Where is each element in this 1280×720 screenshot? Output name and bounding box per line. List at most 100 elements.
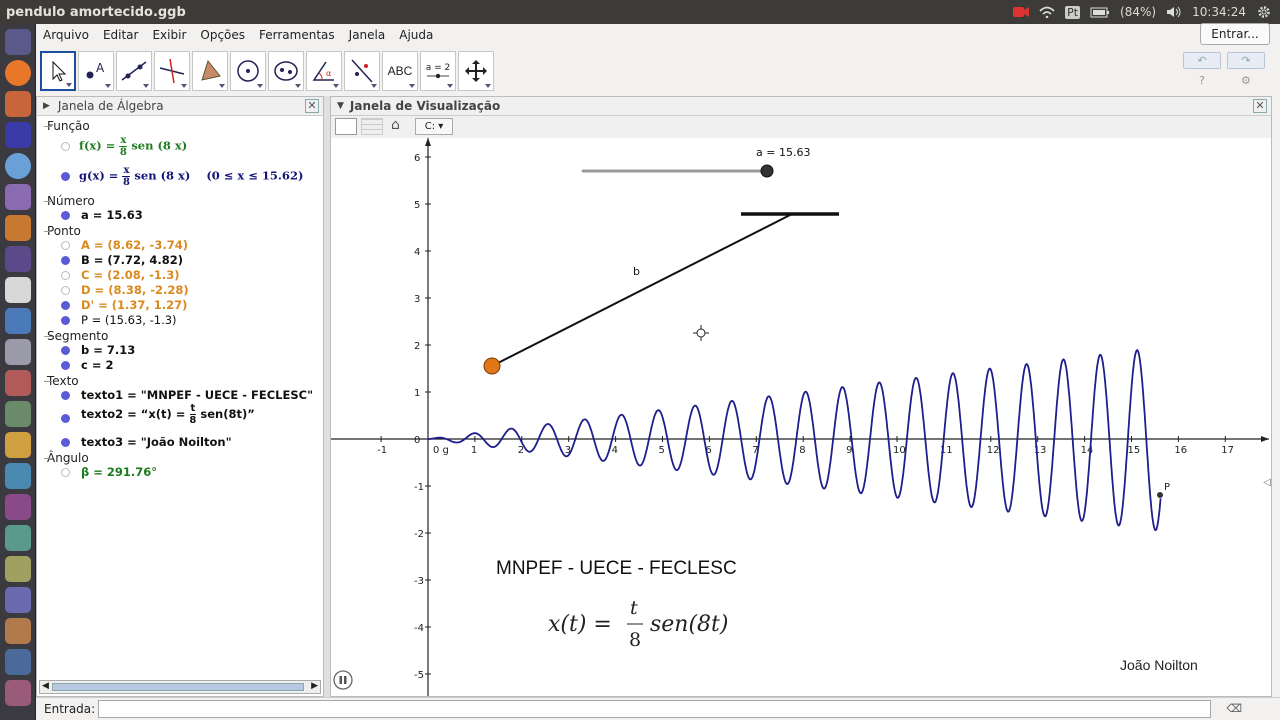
text-tool-button[interactable]: ABC (382, 51, 418, 91)
home-icon[interactable]: ⌂ (391, 117, 400, 133)
point-P[interactable]: P = (15.63, -1.3) (81, 313, 177, 327)
menu-editar[interactable]: Editar (96, 28, 146, 42)
function-g[interactable]: g(x) = x8 sen (8 x) (0 ≤ x ≤ 15.62) (79, 165, 303, 188)
visibility-toggle-A[interactable] (61, 241, 70, 250)
visibility-toggle-P[interactable] (61, 316, 70, 325)
scroll-thumb[interactable] (52, 683, 304, 691)
reflect-tool-button[interactable] (344, 51, 380, 91)
segment-b[interactable]: b = 7.13 (81, 343, 135, 357)
category-texto[interactable]: Texto (44, 374, 79, 388)
visibility-toggle-D-prime[interactable] (61, 301, 70, 310)
login-button[interactable]: Entrar... (1200, 23, 1270, 45)
dash-icon[interactable] (5, 29, 31, 55)
point-capture-dropdown[interactable]: C: ▾ (415, 118, 453, 135)
keyboard-layout-indicator[interactable]: Pt (1065, 5, 1081, 19)
help-icon[interactable]: ? (1199, 74, 1205, 87)
menu-opcoes[interactable]: Opções (193, 28, 252, 42)
app-icon[interactable] (5, 401, 31, 427)
slider-tool-button[interactable]: a = 2 (420, 51, 456, 91)
visibility-toggle-b[interactable] (61, 346, 70, 355)
visibility-toggle-g[interactable] (61, 172, 70, 181)
number-a[interactable]: a = 15.63 (81, 208, 143, 222)
text-texto2[interactable]: texto2 = “x(t) = t8 sen(8t)” (81, 403, 255, 426)
visibility-toggle-beta[interactable] (61, 468, 70, 477)
visibility-toggle-c[interactable] (61, 361, 70, 370)
function-f[interactable]: f(x) = x8 sen (8 x) (79, 135, 187, 158)
menu-arquivo[interactable]: Arquivo (36, 28, 96, 42)
visibility-toggle-f[interactable] (61, 142, 70, 151)
video-icon[interactable] (5, 184, 31, 210)
app-icon[interactable] (5, 370, 31, 396)
visibility-toggle-texto2[interactable] (61, 414, 70, 423)
app-icon[interactable] (5, 649, 31, 675)
point-P-marker[interactable] (1157, 492, 1163, 498)
move-view-tool-button[interactable] (458, 51, 494, 91)
files-icon[interactable] (5, 91, 31, 117)
menu-ajuda[interactable]: Ajuda (392, 28, 440, 42)
app-icon[interactable] (5, 618, 31, 644)
scroll-right-arrow[interactable]: ▶ (311, 681, 318, 691)
grid-toggle-icon[interactable] (361, 118, 383, 135)
damped-sine-curve[interactable] (428, 349, 1162, 532)
menu-janela[interactable]: Janela (342, 28, 393, 42)
clock[interactable]: 10:34:24 (1192, 5, 1246, 19)
input-field[interactable] (98, 700, 1211, 718)
record-icon[interactable] (1013, 6, 1030, 18)
app-icon[interactable] (5, 556, 31, 582)
polygon-tool-button[interactable] (192, 51, 228, 91)
visibility-toggle-C[interactable] (61, 271, 70, 280)
point-tool-button[interactable]: A (78, 51, 114, 91)
menu-exibir[interactable]: Exibir (145, 28, 193, 42)
app-icon[interactable] (5, 680, 31, 706)
app-icon[interactable] (5, 432, 31, 458)
collapse-icon[interactable]: ▼ (337, 101, 344, 111)
point-A[interactable]: A = (8.62, -3.74) (81, 238, 188, 252)
volume-icon[interactable] (1166, 6, 1182, 18)
undo-button[interactable]: ↶ (1183, 52, 1221, 69)
axes-toggle-icon[interactable] (335, 118, 357, 135)
category-angulo[interactable]: Ângulo (44, 451, 89, 465)
geogebra-icon[interactable] (5, 153, 31, 179)
app-icon[interactable] (5, 494, 31, 520)
slider-handle[interactable] (760, 164, 774, 178)
pendulum-bob[interactable] (483, 357, 501, 375)
close-algebra-button[interactable]: ✕ (305, 99, 319, 113)
firefox-icon[interactable] (5, 60, 31, 86)
visibility-toggle-D[interactable] (61, 286, 70, 295)
point-D[interactable]: D = (8.38, -2.28) (81, 283, 189, 297)
input-help-icon[interactable]: ⌫ (1226, 702, 1242, 715)
move-tool-button[interactable] (40, 51, 76, 91)
close-graphics-button[interactable]: ✕ (1253, 99, 1267, 113)
text-texto3[interactable]: texto3 = "João Noilton" (81, 435, 232, 449)
battery-icon[interactable] (1090, 6, 1110, 18)
app-icon[interactable] (5, 525, 31, 551)
pendulum-rod-b[interactable] (491, 213, 793, 367)
expand-panel-handle[interactable]: ◁ (1263, 477, 1271, 488)
angle-beta[interactable]: β = 291.76° (81, 465, 157, 479)
tex-icon[interactable] (5, 246, 31, 272)
tool-icon[interactable] (5, 215, 31, 241)
scroll-left-arrow[interactable]: ◀ (42, 681, 49, 691)
menu-ferramentas[interactable]: Ferramentas (252, 28, 342, 42)
workspace-icon[interactable] (5, 122, 31, 148)
app-icon[interactable] (5, 463, 31, 489)
visibility-toggle-texto3[interactable] (61, 438, 70, 447)
document-icon[interactable] (5, 308, 31, 334)
line-tool-button[interactable] (116, 51, 152, 91)
point-B[interactable]: B = (7.72, 4.82) (81, 253, 183, 267)
app-icon[interactable] (5, 339, 31, 365)
perpendicular-tool-button[interactable] (154, 51, 190, 91)
app-icon[interactable] (5, 587, 31, 613)
redo-button[interactable]: ↷ (1227, 52, 1265, 69)
gear-icon[interactable] (1256, 4, 1272, 20)
category-funcao[interactable]: Função (44, 119, 90, 133)
visibility-toggle-B[interactable] (61, 256, 70, 265)
graphics-canvas[interactable]: -1 1 2 3 4 5 6 7 8 9 10 11 12 13 14 15 16 176543210-1-2-3… (331, 138, 1271, 696)
collapse-icon[interactable]: ▶ (43, 101, 50, 111)
settings-icon[interactable]: ⚙ (1241, 74, 1251, 87)
algebra-horizontal-scrollbar[interactable]: ◀ ▶ (39, 680, 321, 694)
text-texto1[interactable]: texto1 = "MNPEF - UECE - FECLESC" (81, 388, 313, 402)
point-D-prime[interactable]: D' = (1.37, 1.27) (81, 298, 187, 312)
debian-icon[interactable] (5, 277, 31, 303)
angle-tool-button[interactable]: α (306, 51, 342, 91)
